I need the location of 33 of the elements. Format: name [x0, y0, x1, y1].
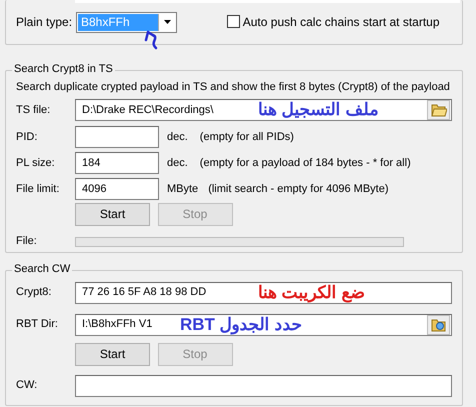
input-field[interactable]: 184	[75, 152, 159, 174]
browse-button[interactable]	[427, 315, 450, 335]
group-title: Search Crypt8 in TS	[12, 63, 115, 76]
auto-push-checkbox[interactable]: Auto push calc chains start at startup	[227, 14, 440, 30]
input-field[interactable]	[75, 375, 452, 397]
dropdown-arrow-icon	[164, 20, 170, 24]
field-label: TS file:	[16, 104, 52, 117]
field-label: Crypt8:	[16, 286, 52, 300]
arrow-icon	[144, 30, 160, 50]
field-label: File:	[16, 235, 38, 248]
hint-text: (empty for all PIDs)	[200, 130, 294, 144]
unit-label: dec.	[167, 156, 188, 170]
input-field[interactable]: 4096	[75, 178, 159, 200]
annotation-text: ملف التسجيل هنا	[258, 101, 378, 118]
input-field[interactable]	[75, 126, 159, 148]
annotation-text: ضع الكريبت هنا	[258, 284, 364, 301]
description-text: Search duplicate crypted payload in TS and show the first 8 bytes (Crypt8) of the payload	[16, 81, 451, 94]
folder-icon	[430, 103, 446, 118]
hint-text: (limit search - empty for 4096 MByte)	[208, 182, 389, 196]
field-label: CW:	[16, 379, 38, 393]
plain-type-label: Plain type:	[16, 14, 74, 30]
field-label: PL size:	[16, 156, 56, 170]
field-label: RBT Dir:	[16, 318, 59, 332]
action-button[interactable]: Start	[75, 343, 150, 366]
browse-button[interactable]	[427, 100, 450, 120]
field-label: PID:	[16, 130, 38, 144]
hint-text: (empty for a payload of 184 bytes - * for all)	[200, 156, 411, 170]
annotation-text: حدد الجدول RBT	[180, 316, 302, 333]
action-button[interactable]: Start	[75, 203, 150, 226]
unit-label: MByte	[167, 182, 198, 196]
field-label: File limit:	[16, 182, 60, 196]
unit-label: dec.	[167, 130, 188, 144]
folder-icon	[430, 318, 446, 332]
